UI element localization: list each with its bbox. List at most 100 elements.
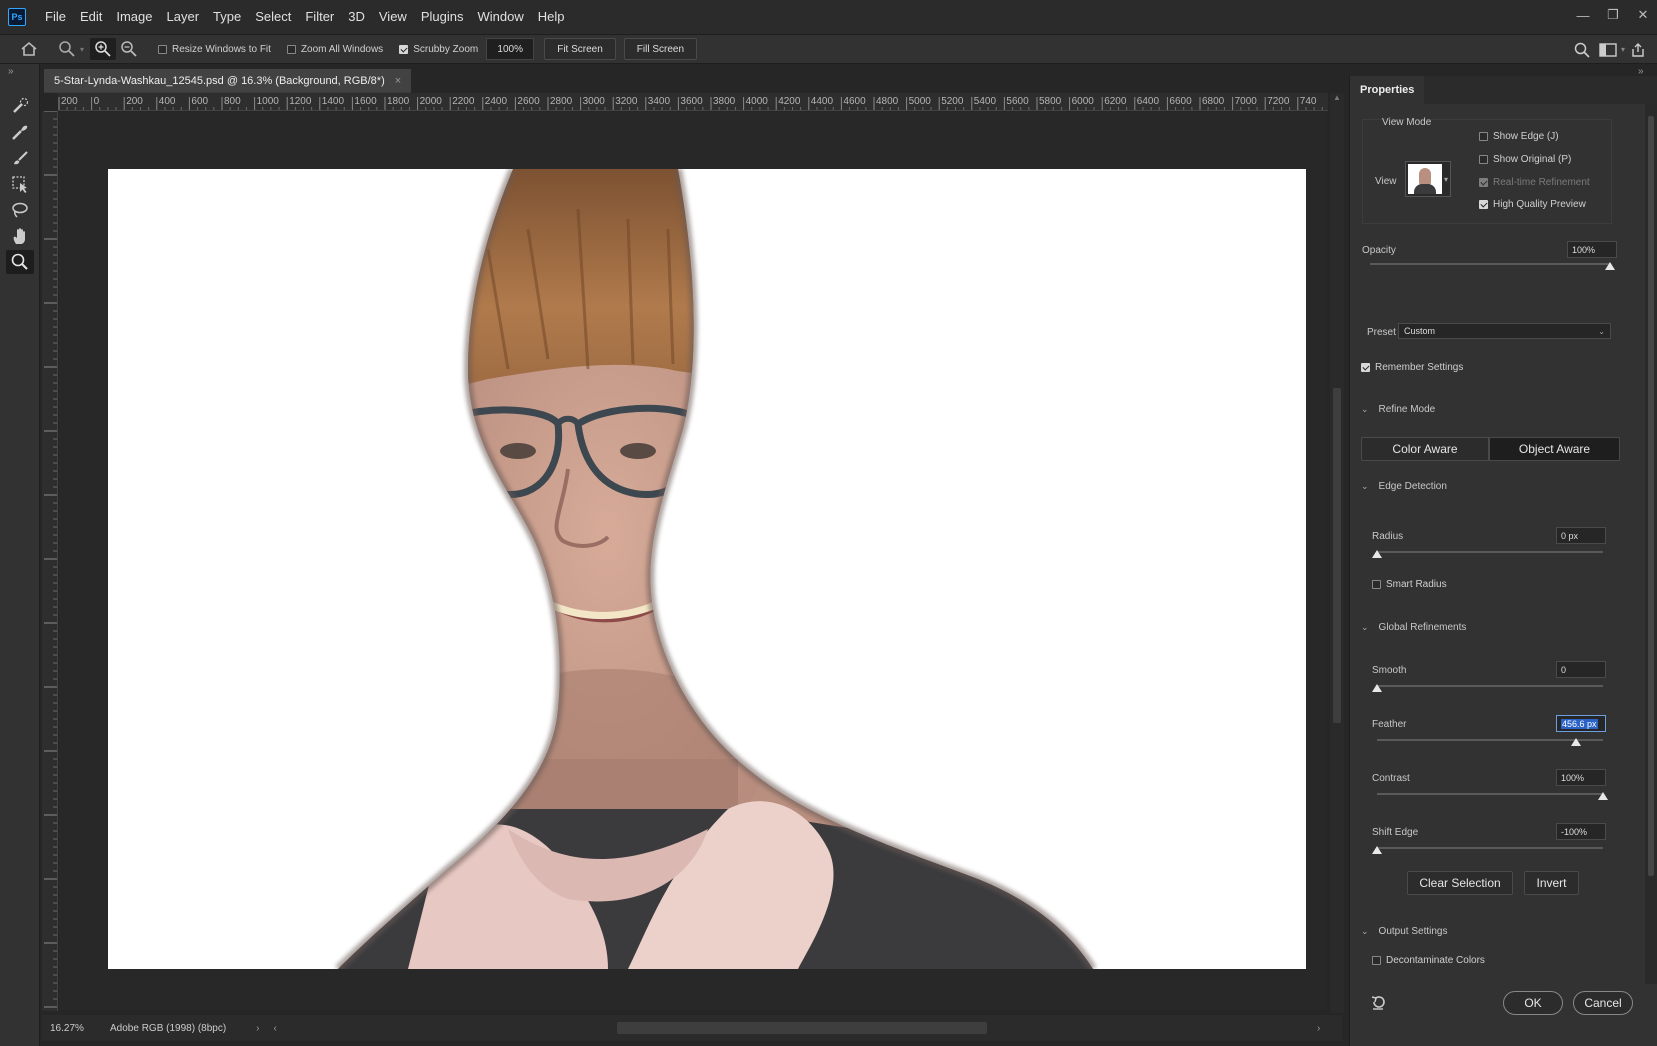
menu-3d[interactable]: 3D: [341, 0, 372, 34]
feather-slider-track[interactable]: [1377, 739, 1603, 741]
contrast-slider-thumb[interactable]: [1598, 792, 1608, 800]
feather-field[interactable]: 456.6 px: [1556, 715, 1606, 732]
resize-windows-checkbox[interactable]: Resize Windows to Fit: [158, 44, 271, 55]
menu-view[interactable]: View: [372, 0, 414, 34]
canvas-area[interactable]: [59, 112, 1327, 1010]
checkbox-box: [1479, 132, 1488, 141]
object-aware-button[interactable]: Object Aware: [1489, 437, 1620, 461]
opacity-slider-track[interactable]: [1370, 263, 1610, 265]
scroll-left-icon[interactable]: ‹: [274, 1023, 277, 1034]
document-tab[interactable]: 5-Star-Lynda-Washkau_12545.psd @ 16.3% (…: [44, 69, 412, 93]
share-icon[interactable]: [1625, 39, 1651, 61]
reset-icon[interactable]: [1370, 994, 1388, 1013]
scroll-up-icon[interactable]: ▲: [1330, 93, 1344, 102]
shift-edge-field[interactable]: -100%: [1556, 823, 1606, 840]
menu-type[interactable]: Type: [206, 0, 248, 34]
ruler-label: 6400: [1137, 96, 1160, 107]
zoom-out-icon[interactable]: [116, 38, 142, 60]
home-icon[interactable]: [16, 38, 42, 60]
menu-file[interactable]: File: [38, 0, 73, 34]
document-canvas[interactable]: [108, 169, 1306, 969]
smooth-field[interactable]: 0: [1556, 661, 1606, 678]
shift-edge-slider-thumb[interactable]: [1372, 846, 1382, 854]
zoom-all-windows-checkbox[interactable]: Zoom All Windows: [286, 44, 383, 55]
zoom-level-readout[interactable]: 16.27%: [42, 1018, 92, 1038]
document-horizontal-scrollbar[interactable]: [617, 1022, 987, 1034]
global-refinements-header[interactable]: ⌄ Global Refinements: [1361, 622, 1466, 633]
ruler-label: 2600: [517, 96, 540, 107]
search-icon[interactable]: [1569, 39, 1595, 61]
high-quality-preview-checkbox[interactable]: High Quality Preview: [1479, 199, 1586, 210]
ruler-label: 2000: [420, 96, 443, 107]
ruler-label: 7000: [1235, 96, 1258, 107]
panel-scrollbar[interactable]: [1645, 104, 1657, 984]
menu-edit[interactable]: Edit: [73, 0, 109, 34]
contrast-slider-track[interactable]: [1377, 793, 1603, 795]
view-mode-selector[interactable]: ▾: [1405, 161, 1451, 197]
object-selection-tool-icon[interactable]: [6, 172, 34, 196]
smooth-slider-track[interactable]: [1377, 685, 1603, 687]
menu-window[interactable]: Window: [470, 0, 530, 34]
shift-edge-slider-track[interactable]: [1377, 847, 1603, 849]
clear-selection-button[interactable]: Clear Selection: [1407, 871, 1513, 895]
close-icon[interactable]: ✕: [1629, 0, 1657, 30]
fill-screen-button[interactable]: Fill Screen: [623, 38, 698, 60]
panel-scroll-thumb[interactable]: [1648, 116, 1654, 876]
output-settings-header[interactable]: ⌄ Output Settings: [1361, 926, 1447, 937]
expand-toolbar-icon[interactable]: »: [0, 64, 39, 92]
document-vertical-scrollbar[interactable]: ▲: [1330, 93, 1344, 1013]
cancel-button[interactable]: Cancel: [1573, 991, 1633, 1015]
close-document-icon[interactable]: ×: [395, 75, 401, 87]
refine-edge-brush-tool-icon[interactable]: [6, 120, 34, 144]
status-expand-icon[interactable]: ›: [256, 1023, 259, 1034]
hand-tool-icon[interactable]: [6, 224, 34, 248]
remember-settings-checkbox[interactable]: Remember Settings: [1361, 362, 1463, 373]
properties-tab[interactable]: Properties: [1350, 76, 1425, 104]
smooth-slider-thumb[interactable]: [1372, 684, 1382, 692]
menu-select[interactable]: Select: [248, 0, 298, 34]
ruler-label: 600: [191, 96, 208, 107]
quick-selection-tool-icon[interactable]: [6, 94, 34, 118]
invert-button[interactable]: Invert: [1524, 871, 1579, 895]
workspace-icon[interactable]: [1595, 39, 1621, 61]
menu-image[interactable]: Image: [109, 0, 159, 34]
realtime-refinement-label: Real-time Refinement: [1493, 177, 1590, 188]
scroll-thumb[interactable]: [1333, 388, 1341, 723]
menu-layer[interactable]: Layer: [160, 0, 207, 34]
portrait-photo: [335, 169, 1097, 969]
color-aware-button[interactable]: Color Aware: [1361, 437, 1489, 461]
brush-tool-icon[interactable]: [6, 146, 34, 170]
show-original-checkbox[interactable]: Show Original (P): [1479, 154, 1571, 165]
minimize-icon[interactable]: —: [1569, 0, 1597, 30]
preset-chevron-icon[interactable]: ▾: [80, 45, 84, 54]
zoom-tool-preset-icon[interactable]: [54, 38, 80, 60]
contrast-field[interactable]: 100%: [1556, 769, 1606, 786]
ruler-label: 1400: [322, 96, 345, 107]
feather-slider-thumb[interactable]: [1570, 738, 1581, 746]
radius-field[interactable]: 0 px: [1556, 527, 1606, 544]
opacity-slider-thumb[interactable]: [1605, 262, 1615, 270]
edge-detection-header[interactable]: ⌄ Edge Detection: [1361, 481, 1447, 492]
menu-help[interactable]: Help: [531, 0, 572, 34]
menu-filter[interactable]: Filter: [298, 0, 341, 34]
zoom-tool-icon[interactable]: [6, 250, 34, 274]
menu-plugins[interactable]: Plugins: [414, 0, 471, 34]
lasso-tool-icon[interactable]: [6, 198, 34, 222]
fit-screen-button[interactable]: Fit Screen: [544, 38, 616, 60]
scroll-right-icon[interactable]: ›: [1317, 1023, 1320, 1034]
zoom-in-icon[interactable]: [90, 38, 117, 60]
scrubby-zoom-checkbox[interactable]: Scrubby Zoom: [399, 44, 478, 55]
radius-slider-thumb[interactable]: [1372, 550, 1382, 558]
smart-radius-label: Smart Radius: [1386, 579, 1447, 590]
preset-dropdown[interactable]: Custom ⌄: [1398, 323, 1611, 339]
show-edge-checkbox[interactable]: Show Edge (J): [1479, 131, 1559, 142]
zoom-percent-field[interactable]: 100%: [486, 38, 535, 60]
contrast-label: Contrast: [1372, 773, 1410, 784]
decontaminate-colors-checkbox[interactable]: Decontaminate Colors: [1372, 955, 1485, 966]
refine-mode-header[interactable]: ⌄ Refine Mode: [1361, 404, 1435, 415]
opacity-field[interactable]: 100%: [1567, 241, 1617, 258]
smart-radius-checkbox[interactable]: Smart Radius: [1372, 579, 1447, 590]
restore-icon[interactable]: ❐: [1599, 0, 1627, 30]
radius-slider-track[interactable]: [1377, 551, 1603, 553]
ok-button[interactable]: OK: [1503, 991, 1563, 1015]
